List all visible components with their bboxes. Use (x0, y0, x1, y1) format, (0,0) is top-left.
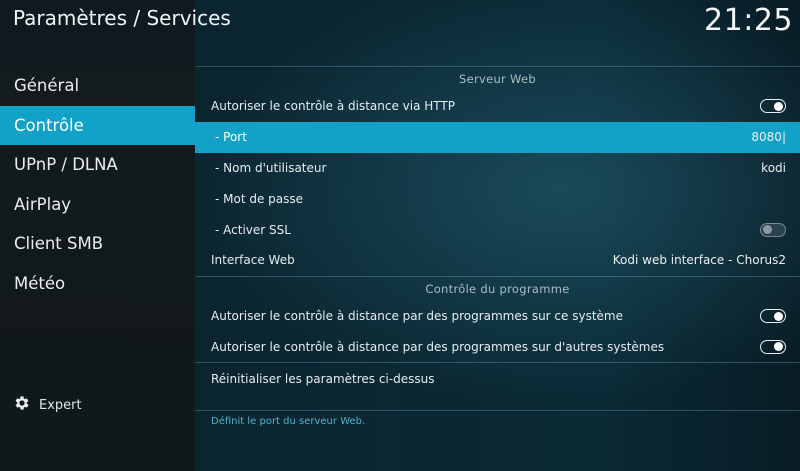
setting-label: Autoriser le contrôle à distance via HTT… (211, 99, 455, 114)
toggle-switch-on[interactable] (760, 339, 786, 354)
setting-label: - Activer SSL (215, 222, 291, 237)
page-title: Paramètres / Services (13, 6, 231, 30)
toggle-switch-on[interactable] (760, 309, 786, 324)
sidebar-item-upnp-dlna[interactable]: UPnP / DLNA (0, 145, 195, 185)
sidebar: Général Contrôle UPnP / DLNA AirPlay Cli… (0, 66, 195, 471)
sidebar-item-general[interactable]: Général (0, 66, 195, 106)
gear-icon (13, 394, 31, 416)
settings-screen: Paramètres / Services 21:25 Général Cont… (0, 0, 800, 471)
setting-description: Définit le port du serveur Web. (211, 416, 366, 427)
setting-row-port[interactable]: - Port 8080| (195, 121, 800, 153)
setting-row-username[interactable]: - Nom d'utilisateur kodi (195, 153, 800, 184)
section-header-serveur-web: Serveur Web (195, 66, 800, 91)
setting-label: Autoriser le contrôle à distance par des… (211, 309, 623, 324)
reset-settings-button[interactable]: Réinitialiser les paramètres ci-dessus (195, 363, 800, 394)
divider (195, 410, 800, 411)
toggle-switch-on[interactable] (760, 99, 786, 114)
toggle-switch-off[interactable] (760, 222, 786, 237)
expert-level-button[interactable]: Expert (13, 394, 82, 416)
clock: 21:25 (704, 3, 793, 38)
expert-label: Expert (39, 397, 82, 413)
setting-row-password[interactable]: - Mot de passe (195, 183, 800, 214)
setting-label: Réinitialiser les paramètres ci-dessus (211, 371, 435, 386)
sidebar-item-airplay[interactable]: AirPlay (0, 185, 195, 225)
username-value: kodi (761, 160, 786, 175)
sidebar-item-meteo[interactable]: Météo (0, 264, 195, 304)
setting-label: Interface Web (211, 253, 295, 268)
setting-row-remote-programs-control[interactable]: Autoriser le contrôle à distance par des… (195, 332, 800, 363)
sidebar-item-client-smb[interactable]: Client SMB (0, 224, 195, 264)
setting-row-http-remote-control[interactable]: Autoriser le contrôle à distance via HTT… (195, 91, 800, 122)
setting-row-web-interface[interactable]: Interface Web Kodi web interface - Choru… (195, 245, 800, 276)
sidebar-item-controle[interactable]: Contrôle (0, 105, 195, 145)
section-header-controle-programme: Contrôle du programme (195, 275, 800, 301)
setting-label: Autoriser le contrôle à distance par des… (211, 339, 665, 354)
setting-row-local-programs-control[interactable]: Autoriser le contrôle à distance par des… (195, 301, 800, 332)
setting-label: - Port (215, 130, 247, 145)
settings-panel: Serveur Web Autoriser le contrôle à dist… (195, 66, 800, 471)
setting-row-ssl[interactable]: - Activer SSL (195, 214, 800, 245)
setting-label: - Mot de passe (215, 191, 304, 206)
web-interface-value: Kodi web interface - Chorus2 (612, 253, 786, 268)
port-value[interactable]: 8080| (751, 130, 786, 144)
setting-label: - Nom d'utilisateur (215, 160, 327, 175)
